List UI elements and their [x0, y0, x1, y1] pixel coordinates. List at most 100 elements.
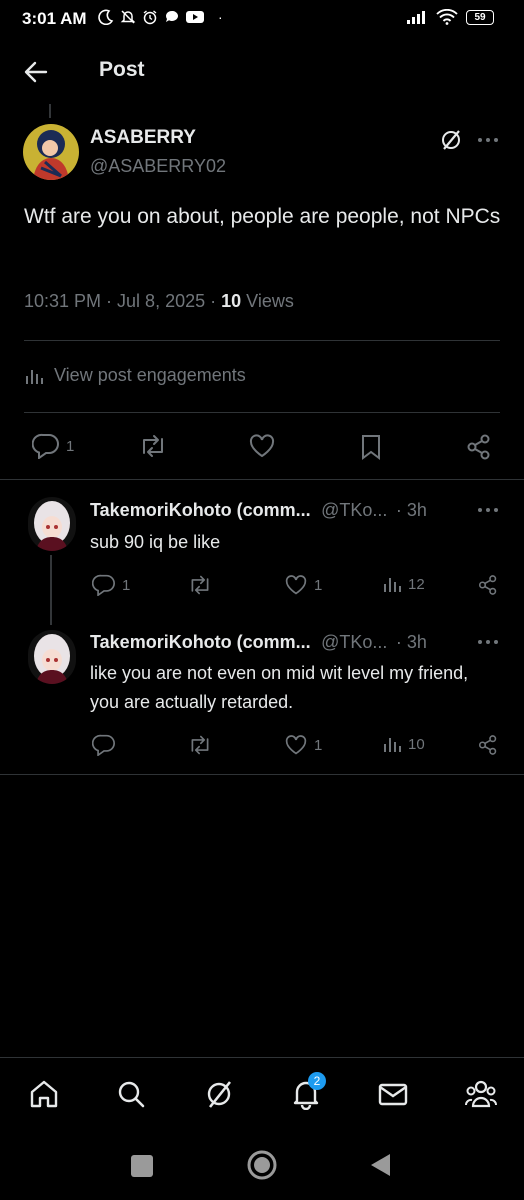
share-icon	[477, 734, 499, 756]
reply-button[interactable]: 1	[32, 433, 74, 459]
reply-author-handle[interactable]: @TKo...	[321, 500, 387, 520]
repost-icon	[138, 433, 168, 459]
circle-icon	[246, 1149, 278, 1181]
repost-button[interactable]	[187, 734, 213, 756]
share-button[interactable]	[477, 574, 499, 596]
reply-button[interactable]	[92, 734, 122, 756]
bell-off-icon	[120, 9, 136, 25]
reply-icon	[92, 734, 116, 756]
views-count: 10	[221, 291, 242, 311]
reply-text: sub 90 iq be like	[90, 532, 221, 552]
views-button[interactable]: 10	[382, 734, 425, 754]
reply-author-handle[interactable]: @TKo...	[321, 632, 387, 652]
signal-icon	[406, 10, 428, 24]
back-arrow-icon	[22, 58, 50, 86]
author-handle[interactable]: @ASABERRY02	[90, 156, 226, 177]
like-count: 1	[314, 736, 323, 754]
home-system-button[interactable]	[246, 1149, 278, 1181]
status-bar: 3:01 AM · 59	[0, 0, 524, 38]
status-time: 3:01 AM	[22, 9, 87, 28]
share-button[interactable]	[465, 433, 493, 461]
share-button[interactable]	[477, 734, 499, 756]
triangle-back-icon	[368, 1152, 392, 1178]
communities-icon	[464, 1078, 498, 1110]
back-system-button[interactable]	[368, 1152, 392, 1178]
repost-button[interactable]	[138, 433, 168, 459]
like-icon	[248, 433, 276, 459]
more-icon	[476, 128, 500, 152]
recents-button[interactable]	[131, 1155, 153, 1177]
nav-home[interactable]	[28, 1078, 60, 1110]
home-icon	[28, 1078, 60, 1110]
reply-avatar[interactable]	[28, 630, 76, 684]
post-meta: 10:31 PM · Jul 8, 2025 · 10 Views	[24, 291, 294, 312]
author-avatar[interactable]	[23, 124, 79, 180]
reply-text: like you are not even on mid wit level m…	[90, 663, 469, 712]
reply-header: TakemoriKohoto (comm... @TKo... · 3h	[90, 500, 427, 521]
nav-grok[interactable]	[203, 1078, 235, 1110]
engagements-label: View post engagements	[54, 365, 246, 385]
share-icon	[465, 433, 493, 461]
reply-author-name[interactable]: TakemoriKohoto (comm...	[90, 632, 311, 652]
grok-icon	[203, 1078, 235, 1110]
nav-search[interactable]	[115, 1078, 147, 1110]
bookmark-button[interactable]	[358, 433, 384, 461]
reply-time: · 3h	[395, 500, 427, 520]
dot-icon: ·	[218, 9, 223, 25]
battery-indicator: 59	[466, 9, 494, 25]
view-engagements-link[interactable]: View post engagements	[24, 365, 246, 386]
views-icon	[382, 574, 402, 594]
reply-avatar[interactable]	[28, 497, 76, 551]
repost-button[interactable]	[187, 574, 213, 596]
alarm-icon	[142, 9, 158, 25]
like-count: 1	[314, 576, 323, 594]
views-icon	[24, 366, 44, 386]
views-count: 12	[408, 575, 425, 593]
divider	[24, 340, 500, 341]
like-icon	[284, 734, 308, 756]
nav-communities[interactable]	[464, 1078, 498, 1110]
like-icon	[284, 574, 308, 596]
views-label: Views	[241, 291, 294, 311]
back-button[interactable]	[22, 58, 50, 86]
nav-messages[interactable]	[377, 1078, 409, 1110]
reply-more-button[interactable]	[476, 632, 500, 652]
more-icon	[476, 632, 500, 652]
reply-more-button[interactable]	[476, 500, 500, 520]
moon-icon	[98, 9, 114, 25]
status-notification-icons: ·	[98, 9, 223, 25]
share-icon	[477, 574, 499, 596]
mail-icon	[377, 1078, 409, 1110]
more-button[interactable]	[476, 128, 500, 152]
post-timestamp: 10:31 PM · Jul 8, 2025 ·	[24, 291, 222, 311]
like-button[interactable]: 1	[284, 734, 322, 756]
post-text: Wtf are you on about, people are people,…	[24, 205, 501, 228]
more-icon	[476, 500, 500, 520]
thread-line	[50, 555, 52, 625]
divider	[0, 479, 524, 480]
views-button[interactable]: 12	[382, 574, 425, 594]
bookmark-icon	[358, 433, 384, 461]
system-nav-bar	[0, 1134, 524, 1200]
chat-icon	[164, 9, 180, 25]
status-system-icons: 59	[406, 9, 494, 25]
page-title: Post	[99, 58, 145, 81]
nav-notifications[interactable]: 2	[290, 1072, 326, 1110]
grok-button[interactable]	[439, 128, 463, 152]
views-count: 10	[408, 735, 425, 753]
reply-icon	[32, 433, 60, 459]
reply-time: · 3h	[395, 632, 427, 652]
thread-line-top	[49, 104, 51, 118]
repost-icon	[187, 574, 213, 596]
author-name[interactable]: ASABERRY	[90, 127, 196, 149]
reply-author-name[interactable]: TakemoriKohoto (comm...	[90, 500, 311, 520]
reply-header: TakemoriKohoto (comm... @TKo... · 3h	[90, 632, 427, 653]
reply-button[interactable]: 1	[92, 574, 130, 596]
like-button[interactable]: 1	[284, 574, 322, 596]
grok-icon	[439, 128, 463, 152]
like-button[interactable]	[248, 433, 276, 459]
reply-count: 1	[122, 576, 131, 594]
search-icon	[115, 1078, 147, 1110]
repost-icon	[187, 734, 213, 756]
bottom-nav: 2	[0, 1058, 524, 1134]
